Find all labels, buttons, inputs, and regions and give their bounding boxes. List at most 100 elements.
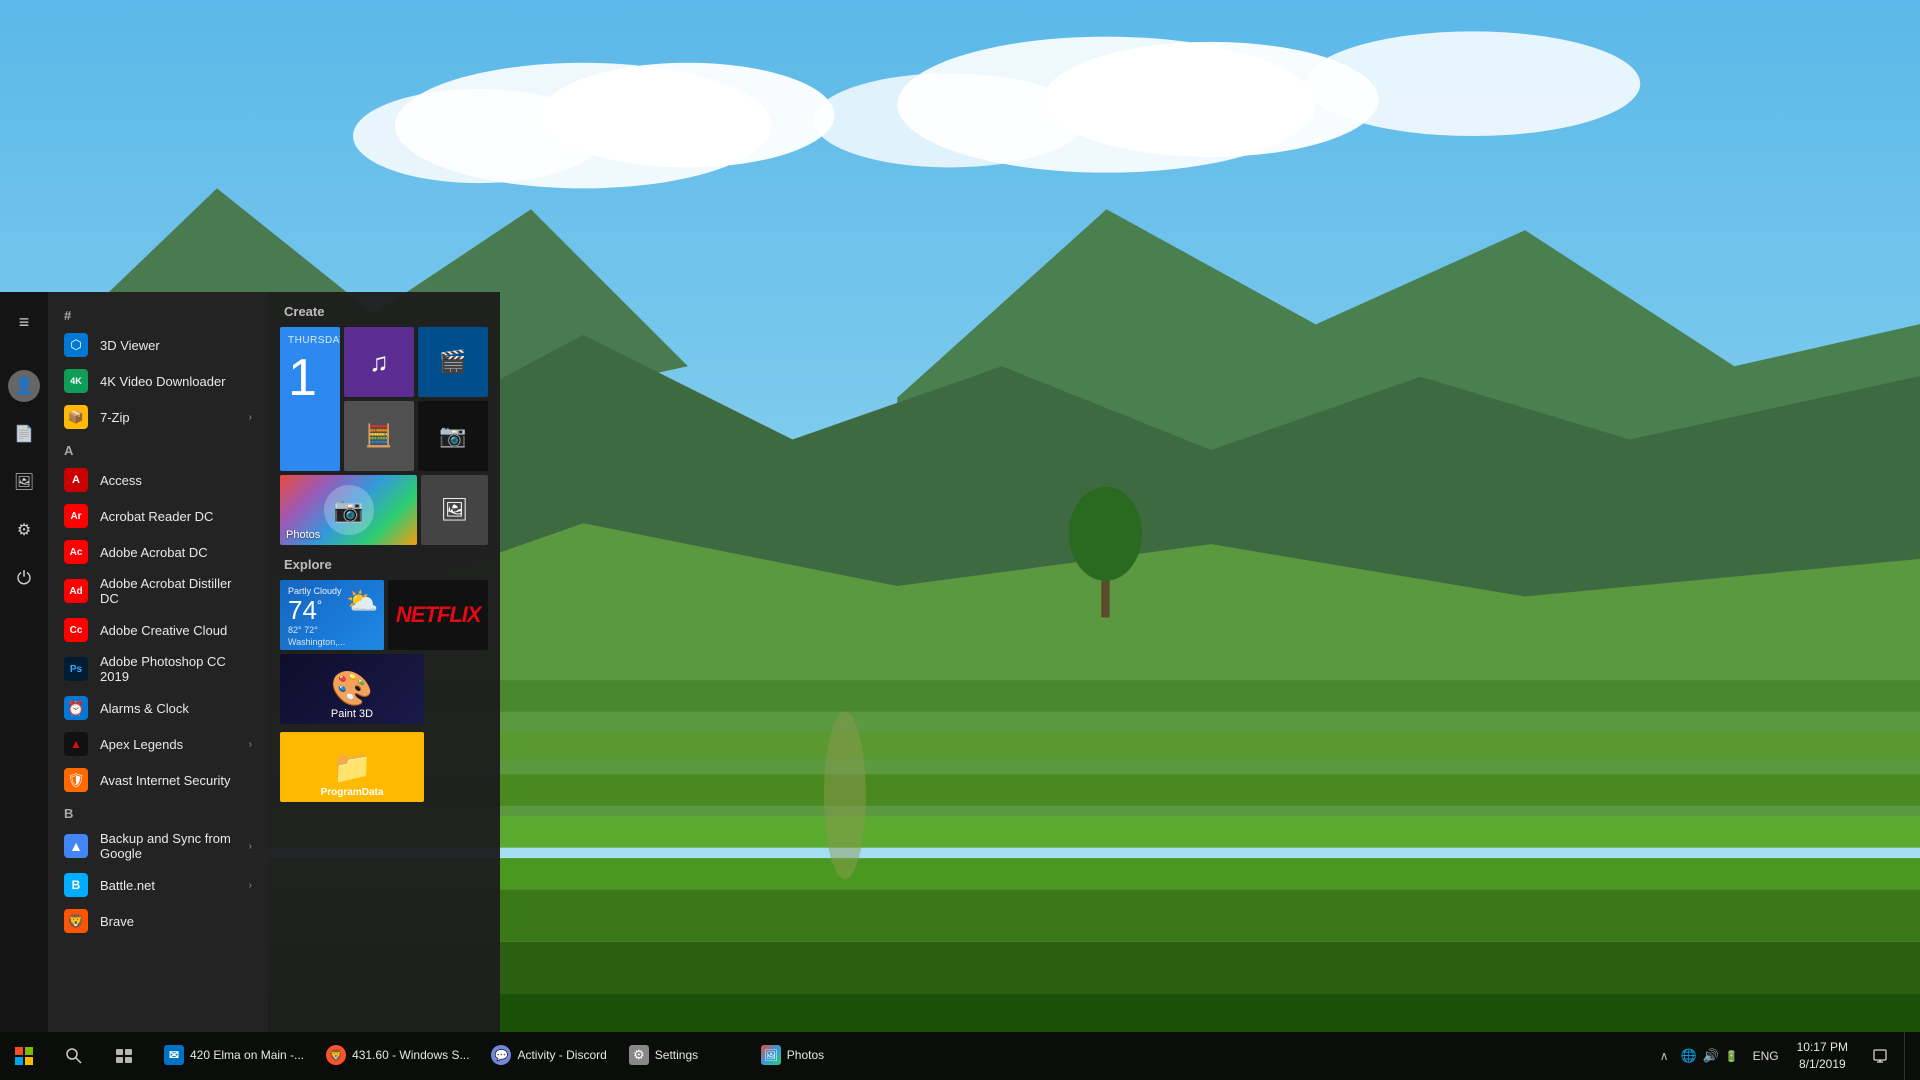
- task-view-button[interactable]: [100, 1032, 148, 1080]
- notification-icon: [1873, 1049, 1887, 1063]
- app-list: # ⬡ 3D Viewer 4K 4K Video Downloader 📦 7…: [48, 292, 268, 1032]
- weather-location: Washington,...: [288, 637, 345, 647]
- photos-camera-icon: 📷: [324, 485, 374, 535]
- photos-tile[interactable]: 📷 Photos: [280, 475, 417, 545]
- adobe-ps-icon: Ps: [64, 657, 88, 681]
- taskbar-photos[interactable]: 🖼 Photos: [751, 1034, 881, 1078]
- adobe-distiller-label: Adobe Acrobat Distiller DC: [100, 576, 252, 606]
- section-a: A: [48, 435, 268, 462]
- search-icon: [66, 1048, 82, 1064]
- app-item-backup[interactable]: ▲ Backup and Sync from Google ›: [48, 825, 268, 867]
- movies-tile[interactable]: 🎬: [418, 327, 488, 397]
- programdata-label: ProgramData: [280, 787, 424, 798]
- tiles-area: Create Thursday 1 ♫ 🎬: [268, 292, 500, 1032]
- start-button[interactable]: [0, 1032, 48, 1080]
- 7zip-icon: 📦: [64, 405, 88, 429]
- volume-icon[interactable]: 🔊: [1703, 1048, 1719, 1064]
- app-item-adobe-acrobat[interactable]: Ac Adobe Acrobat DC: [48, 534, 268, 570]
- taskbar-clock[interactable]: 10:17 PM 8/1/2019: [1789, 1039, 1856, 1073]
- brave-label: Brave: [100, 914, 134, 929]
- app-item-adobe-distiller[interactable]: Ad Adobe Acrobat Distiller DC: [48, 570, 268, 612]
- clock-time: 10:17 PM: [1797, 1039, 1848, 1056]
- groove-tile[interactable]: ♫: [344, 327, 414, 397]
- taskbar-brave[interactable]: 🦁 431.60 - Windows S...: [316, 1034, 479, 1078]
- programdata-row: 📁 ProgramData: [280, 732, 488, 802]
- brave-tb-icon: 🦁: [326, 1045, 346, 1065]
- adobe-distiller-icon: Ad: [64, 579, 88, 603]
- explore-bottom-row: 🎨 Paint 3D: [280, 654, 488, 724]
- tiles-create-row: Thursday 1 ♫ 🎬 🧮: [280, 327, 488, 471]
- folder-icon: 📁: [332, 748, 372, 786]
- documents-button[interactable]: 📄: [0, 412, 48, 456]
- app-item-acrobat-reader[interactable]: Ar Acrobat Reader DC: [48, 498, 268, 534]
- photos-tb-icon: 🖼: [761, 1045, 781, 1065]
- battery-icon[interactable]: 🔋: [1725, 1050, 1739, 1063]
- hamburger-button[interactable]: ≡: [0, 300, 48, 344]
- weather-tile[interactable]: Partly Cloudy 74° 82° 72° Washington,...…: [280, 580, 384, 650]
- app-item-3d-viewer[interactable]: ⬡ 3D Viewer: [48, 327, 268, 363]
- app-item-avast[interactable]: 🛡 Avast Internet Security: [48, 762, 268, 798]
- network-icon[interactable]: 🌐: [1681, 1048, 1697, 1064]
- paint3d-tile[interactable]: 🎨 Paint 3D: [280, 654, 424, 724]
- weather-temp-display: 74°: [288, 596, 322, 625]
- app-item-adobe-cc[interactable]: Cc Adobe Creative Cloud: [48, 612, 268, 648]
- 4k-video-label: 4K Video Downloader: [100, 374, 226, 389]
- explore-top-row: Partly Cloudy 74° 82° 72° Washington,...…: [280, 580, 488, 650]
- search-button[interactable]: [50, 1032, 98, 1080]
- app-item-apex[interactable]: ▲ Apex Legends ›: [48, 726, 268, 762]
- calculator-tile[interactable]: 🧮: [344, 401, 414, 471]
- netflix-label: NETFLIX: [396, 602, 481, 628]
- 3d-viewer-label: 3D Viewer: [100, 338, 160, 353]
- app-item-adobe-ps[interactable]: Ps Adobe Photoshop CC 2019: [48, 648, 268, 690]
- taskbar-outlook[interactable]: ✉ 420 Elma on Main -...: [154, 1034, 314, 1078]
- taskbar-discord[interactable]: 💬 Activity - Discord: [481, 1034, 616, 1078]
- taskbar-brave-label: 431.60 - Windows S...: [352, 1048, 469, 1062]
- tiles-create-bottom-row: 🧮 📷: [344, 401, 488, 471]
- access-icon: A: [64, 468, 88, 492]
- photos-small-tile[interactable]: 🖼: [421, 475, 488, 545]
- backup-icon: ▲: [64, 834, 88, 858]
- language-indicator[interactable]: ENG: [1747, 1049, 1785, 1063]
- alarms-icon: ⏰: [64, 696, 88, 720]
- photos-small-icon: 🖼: [441, 497, 469, 523]
- apex-chevron: ›: [249, 739, 252, 750]
- app-item-7zip[interactable]: 📦 7-Zip ›: [48, 399, 268, 435]
- user-profile-button[interactable]: 👤: [0, 364, 48, 408]
- task-view-icon: [116, 1049, 132, 1063]
- camera-tile[interactable]: 📷: [418, 401, 488, 471]
- programdata-tile[interactable]: 📁 ProgramData: [280, 732, 424, 802]
- avast-icon: 🛡: [64, 768, 88, 792]
- groove-icon: ♫: [369, 347, 389, 378]
- access-label: Access: [100, 473, 142, 488]
- notification-button[interactable]: [1860, 1032, 1900, 1080]
- photos-label: Photos: [286, 529, 320, 541]
- pictures-button[interactable]: 🖼: [0, 460, 48, 504]
- app-item-battle[interactable]: B Battle.net ›: [48, 867, 268, 903]
- avast-label: Avast Internet Security: [100, 773, 231, 788]
- show-desktop-button[interactable]: [1904, 1032, 1912, 1080]
- taskbar-apps: ✉ 420 Elma on Main -... 🦁 431.60 - Windo…: [154, 1034, 881, 1078]
- calculator-icon: 🧮: [365, 423, 392, 449]
- taskbar-settings[interactable]: ⚙ Settings: [619, 1034, 749, 1078]
- adobe-acrobat-label: Adobe Acrobat DC: [100, 545, 208, 560]
- settings-button[interactable]: ⚙: [0, 508, 48, 552]
- app-item-4k-video[interactable]: 4K 4K Video Downloader: [48, 363, 268, 399]
- app-item-access[interactable]: A Access: [48, 462, 268, 498]
- battle-label: Battle.net: [100, 878, 155, 893]
- calendar-date: 1: [288, 352, 317, 404]
- backup-chevron: ›: [249, 841, 252, 852]
- power-button[interactable]: ⏻: [0, 556, 48, 600]
- systray-overflow-button[interactable]: ∧: [1656, 1049, 1673, 1063]
- app-item-alarms[interactable]: ⏰ Alarms & Clock: [48, 690, 268, 726]
- user-avatar: 👤: [8, 370, 40, 402]
- acrobat-reader-icon: Ar: [64, 504, 88, 528]
- section-hash: #: [48, 300, 268, 327]
- netflix-tile[interactable]: NETFLIX: [388, 580, 488, 650]
- app-item-brave[interactable]: 🦁 Brave: [48, 903, 268, 939]
- backup-label: Backup and Sync from Google: [100, 831, 237, 861]
- weather-degree: °: [317, 597, 322, 612]
- explore-label: Explore: [280, 557, 488, 572]
- calendar-tile[interactable]: Thursday 1: [280, 327, 340, 471]
- calendar-day: Thursday: [288, 335, 332, 346]
- start-menu: ≡ 👤 📄 🖼 ⚙ ⏻ # ⬡ 3D Viewer 4K 4K Video Do…: [0, 292, 500, 1032]
